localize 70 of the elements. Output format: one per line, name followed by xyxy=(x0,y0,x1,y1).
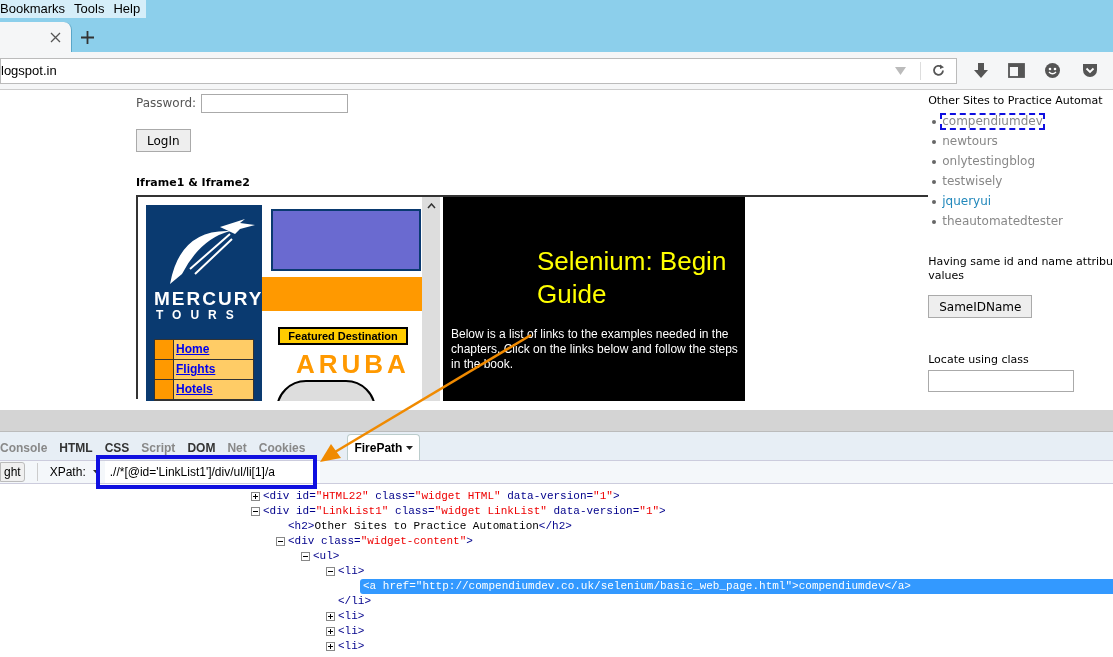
panel-tab[interactable]: HTML xyxy=(59,436,93,460)
panel-tab[interactable]: DOM xyxy=(187,436,216,460)
same-id-name-button[interactable]: SameIDName xyxy=(928,295,1033,318)
code-line[interactable]: <li> xyxy=(338,609,1113,624)
expand-icon[interactable] xyxy=(326,612,335,621)
collapse-icon[interactable] xyxy=(276,537,285,546)
featured-label: Featured Destination xyxy=(278,327,408,345)
expand-icon[interactable] xyxy=(326,642,335,651)
caret-icon xyxy=(406,445,414,450)
menu-item[interactable]: Tools xyxy=(74,0,105,18)
code-line[interactable]: </li> xyxy=(338,594,1113,609)
nav-link[interactable]: Flights xyxy=(173,360,253,379)
login-button[interactable]: LogIn xyxy=(136,129,191,152)
reload-icon[interactable] xyxy=(932,64,945,77)
code-line[interactable]: <div class="widget-content"> xyxy=(288,534,1113,549)
site-link[interactable]: onlytestingblog xyxy=(942,155,1036,168)
site-link[interactable]: compendiumdev xyxy=(942,115,1043,128)
sidebar-icon[interactable] xyxy=(1008,63,1025,78)
new-tab-icon[interactable] xyxy=(81,31,94,44)
scrollbar[interactable] xyxy=(422,197,440,401)
site-link[interactable]: theautomatedtester xyxy=(942,215,1063,228)
section-heading: Iframe1 & Iframe2 xyxy=(136,175,251,191)
brand-name: MERCURY xyxy=(154,287,264,310)
collapse-icon[interactable] xyxy=(301,552,310,561)
book-title: Selenium: Begin Guide xyxy=(537,245,728,311)
bullet-icon xyxy=(932,139,937,144)
code-line[interactable]: <li> xyxy=(338,639,1113,654)
bullet-icon xyxy=(932,159,937,164)
sidebar-heading: Other Sites to Practice Automat xyxy=(928,93,1104,107)
menu-item[interactable]: Help xyxy=(113,0,141,18)
password-field[interactable] xyxy=(201,93,349,113)
download-icon[interactable] xyxy=(974,63,988,78)
destination-title: ARUBA xyxy=(296,348,410,381)
bullet-icon xyxy=(932,179,937,184)
code-line[interactable]: <h2>Other Sites to Practice Automation</h2> xyxy=(288,519,1113,534)
collapse-icon[interactable] xyxy=(326,567,335,576)
password-label: Password: xyxy=(136,95,197,112)
pocket-icon[interactable] xyxy=(1082,63,1098,78)
menu-item[interactable]: Bookmarks xyxy=(0,0,66,18)
bullet-icon xyxy=(932,199,937,204)
collapse-icon[interactable] xyxy=(251,507,260,516)
code-line[interactable]: <div id="HTML22" class="widget HTML" data-version="1"> xyxy=(263,489,1113,504)
panel-tab[interactable]: CSS xyxy=(104,436,130,460)
code-line[interactable]: <li> xyxy=(338,564,1113,579)
nav-link[interactable]: Hotels xyxy=(173,380,253,399)
highlight-button[interactable]: ght xyxy=(0,462,25,482)
xpath-label: XPath: xyxy=(49,464,86,481)
class-input-field[interactable] xyxy=(928,370,1075,392)
code-line[interactable]: <li> xyxy=(338,624,1113,639)
smiley-icon[interactable] xyxy=(1045,63,1060,78)
sidebar-heading: Having same id and name attribu xyxy=(928,255,1113,269)
brand-subtitle: TOURS xyxy=(156,307,243,324)
url-text: logspot.in xyxy=(1,61,58,80)
sidebar-heading: Locate using class xyxy=(928,352,1030,366)
site-link[interactable]: testwisely xyxy=(942,175,1003,188)
address-field[interactable]: logspot.in xyxy=(0,57,957,84)
bullet-icon xyxy=(932,219,937,224)
xpath-field[interactable]: .//*[@id='LinkList1']/div/ul/li[1]/a xyxy=(104,461,320,483)
expand-icon[interactable] xyxy=(326,627,335,636)
close-icon[interactable] xyxy=(50,31,61,43)
code-line[interactable]: <ul> xyxy=(313,549,1113,564)
panel-tab[interactable]: FirePath xyxy=(347,434,421,460)
nav-link[interactable]: Home xyxy=(173,340,253,359)
bullet-icon xyxy=(932,119,937,124)
scroll-up-icon[interactable] xyxy=(426,203,436,209)
code-line[interactable]: <div id="LinkList1" class="widget LinkList" data-version="1"> xyxy=(263,504,1113,519)
expand-icon[interactable] xyxy=(251,492,260,501)
site-link[interactable]: newtours xyxy=(942,135,998,148)
sidebar-heading: values xyxy=(928,269,965,283)
site-link[interactable]: jqueryui xyxy=(942,195,992,208)
